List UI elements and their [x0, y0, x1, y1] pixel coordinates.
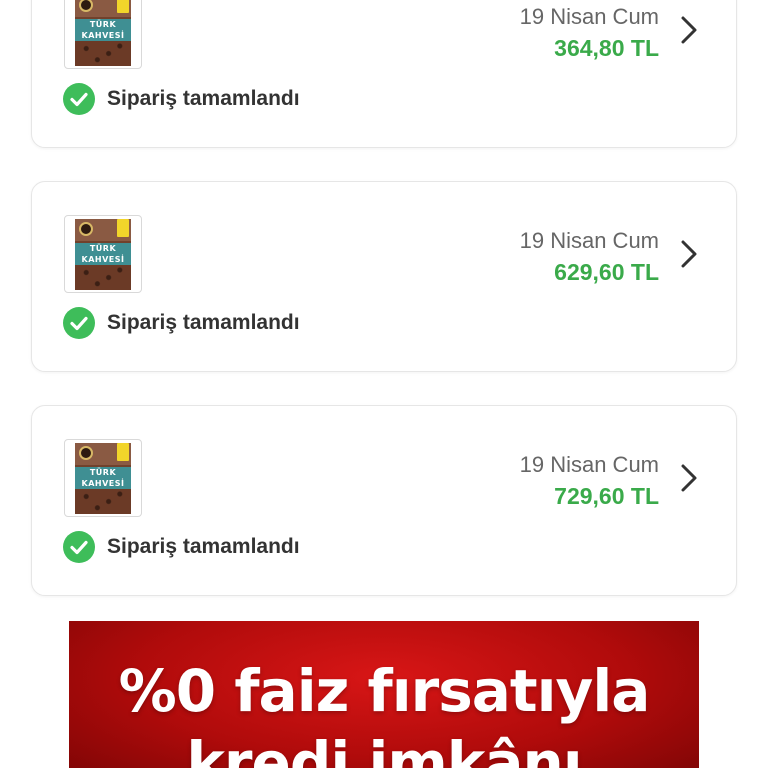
pack-label-line1: TÜRK [89, 244, 117, 253]
check-circle-icon [63, 307, 95, 339]
promo-banner[interactable]: %0 faiz fırsatıyla kredi imkânı [69, 621, 699, 768]
order-card[interactable]: TÜRK KAHVESİ 19 Nisan Cum 629,60 TL Sipa… [31, 181, 737, 372]
promo-banner-subline: kredi imkânı [186, 729, 582, 768]
order-status-text: Sipariş tamamlandı [107, 87, 300, 110]
order-date: 19 Nisan Cum [519, 228, 659, 253]
order-price: 729,60 TL [554, 483, 659, 509]
product-thumbnail: TÜRK KAHVESİ [64, 439, 142, 517]
chevron-right-icon[interactable] [678, 462, 700, 494]
order-status: Sipariş tamamlandı [63, 83, 300, 115]
coffee-pack-image: TÜRK KAHVESİ [75, 443, 131, 514]
chevron-right-icon[interactable] [678, 238, 700, 270]
order-history-page: TÜRK KAHVESİ 19 Nisan Cum 364,80 TL Sipa… [0, 0, 768, 768]
order-date: 19 Nisan Cum [519, 452, 659, 477]
check-circle-icon [63, 531, 95, 563]
order-price: 364,80 TL [554, 35, 659, 61]
order-status-text: Sipariş tamamlandı [107, 311, 300, 334]
product-thumbnail: TÜRK KAHVESİ [64, 0, 142, 69]
pack-label-line2: KAHVESİ [81, 31, 125, 40]
order-date: 19 Nisan Cum [519, 4, 659, 29]
coffee-pack-image: TÜRK KAHVESİ [75, 219, 131, 290]
check-circle-icon [63, 83, 95, 115]
pack-label-line1: TÜRK [89, 468, 117, 477]
order-status: Sipariş tamamlandı [63, 307, 300, 339]
promo-banner-headline: %0 faiz fırsatıyla [118, 657, 651, 725]
order-status-text: Sipariş tamamlandı [107, 535, 300, 558]
order-price: 629,60 TL [554, 259, 659, 285]
pack-label-line1: TÜRK [89, 20, 117, 29]
brand-logo-icon [79, 222, 93, 236]
pack-label-line2: KAHVESİ [81, 479, 125, 488]
brand-logo-icon [79, 446, 93, 460]
chevron-right-icon[interactable] [678, 14, 700, 46]
pack-label-line2: KAHVESİ [81, 255, 125, 264]
order-card[interactable]: TÜRK KAHVESİ 19 Nisan Cum 364,80 TL Sipa… [31, 0, 737, 148]
coffee-pack-image: TÜRK KAHVESİ [75, 0, 131, 66]
order-card[interactable]: TÜRK KAHVESİ 19 Nisan Cum 729,60 TL Sipa… [31, 405, 737, 596]
order-status: Sipariş tamamlandı [63, 531, 300, 563]
product-thumbnail: TÜRK KAHVESİ [64, 215, 142, 293]
